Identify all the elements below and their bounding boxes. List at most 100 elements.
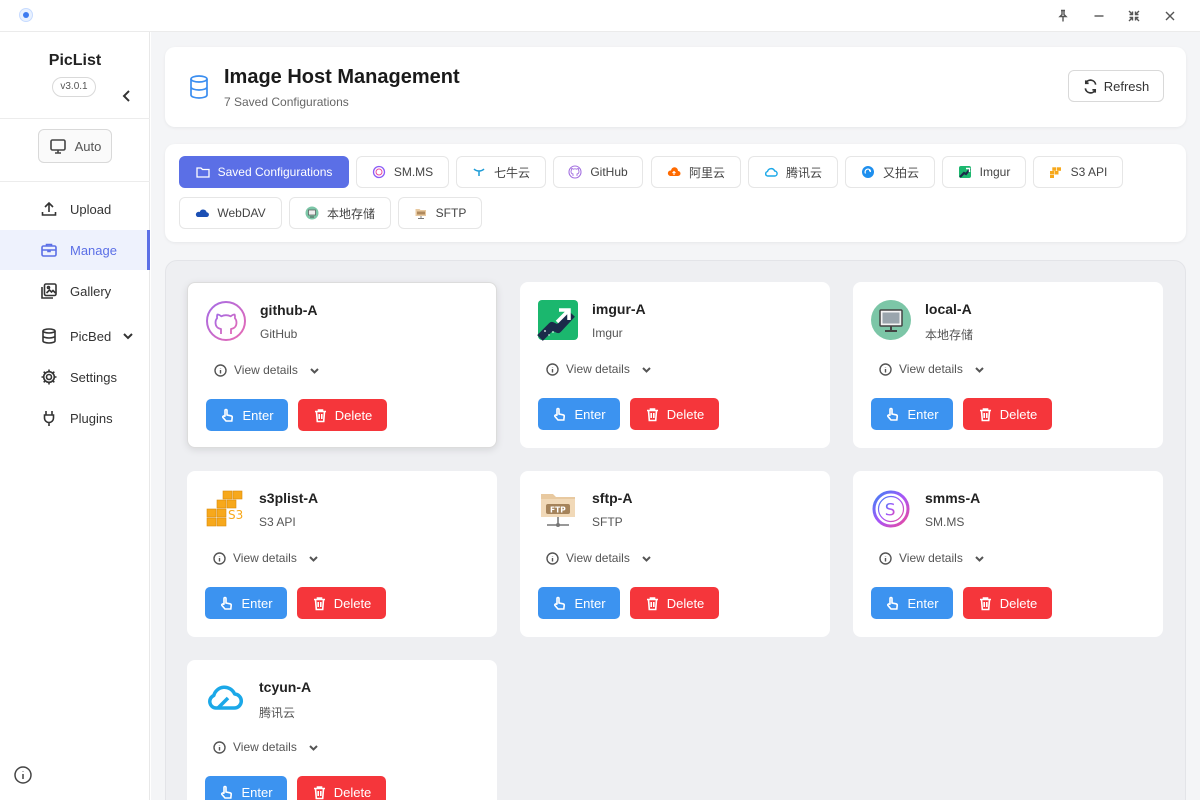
info-icon <box>214 363 227 377</box>
tab-webdav[interactable]: WebDAV <box>179 197 282 229</box>
enter-label: Enter <box>241 784 273 800</box>
delete-label: Delete <box>666 595 705 611</box>
qiniu-icon <box>473 168 485 176</box>
tab-aliyun[interactable]: 阿里云 <box>651 156 741 188</box>
sidebar-item-label: Settings <box>70 369 117 385</box>
trash-icon <box>979 596 991 610</box>
enter-label: Enter <box>907 595 939 611</box>
delete-button[interactable]: Delete <box>630 587 719 619</box>
enter-button[interactable]: Enter <box>871 398 953 430</box>
tab-s3-api[interactable]: S3 API <box>1033 156 1123 188</box>
sftp-icon <box>415 209 426 219</box>
tab-sftp[interactable]: SFTP <box>398 197 482 229</box>
config-type: SFTP <box>592 515 623 529</box>
tcyun-icon <box>765 167 778 177</box>
plug-icon <box>43 411 55 426</box>
info-icon <box>546 551 559 565</box>
config-type: 本地存储 <box>925 328 974 342</box>
theme-toggle-button[interactable]: Auto <box>38 129 112 163</box>
enter-button[interactable]: Enter <box>538 587 620 619</box>
tab-github[interactable]: GitHub <box>553 156 643 188</box>
sidebar-item-upload[interactable]: Upload <box>0 189 150 229</box>
enter-button[interactable]: Enter <box>206 399 288 431</box>
config-type: 腾讯云 <box>259 706 296 720</box>
config-name: sftp-A <box>592 490 633 506</box>
enter-label: Enter <box>242 407 274 423</box>
smms-logo-icon: S <box>870 488 912 530</box>
config-name: smms-A <box>925 490 981 506</box>
view-details-toggle[interactable]: View details <box>879 362 985 376</box>
card-smms-a: Ssmms-A SM.MS View details Enter Delete <box>853 471 1163 637</box>
view-details-toggle[interactable]: View details <box>546 362 652 376</box>
tab-imgur[interactable]: Imgur <box>942 156 1026 188</box>
restore-icon[interactable] <box>1122 4 1146 28</box>
view-details-toggle[interactable]: View details <box>213 740 319 754</box>
tab-label: 七牛云 <box>493 165 530 180</box>
delete-button[interactable]: Delete <box>298 399 387 431</box>
sidebar-item-label: Manage <box>70 242 117 258</box>
info-icon[interactable] <box>13 765 33 785</box>
tab-upyun[interactable]: 又拍云 <box>845 156 935 188</box>
monitor-icon <box>49 139 66 154</box>
main-content: Image Host Management 7 Saved Configurat… <box>151 32 1200 800</box>
tab-label: S3 API <box>1070 165 1108 179</box>
chevron-down-icon <box>975 555 984 562</box>
database-icon <box>42 328 56 344</box>
local-icon <box>305 206 319 220</box>
enter-button[interactable]: Enter <box>871 587 953 619</box>
gallery-icon <box>41 283 57 299</box>
delete-button[interactable]: Delete <box>630 398 719 430</box>
enter-label: Enter <box>241 595 273 611</box>
view-details-toggle[interactable]: View details <box>879 551 985 565</box>
config-name: local-A <box>925 301 972 317</box>
config-name: s3plist-A <box>259 490 319 506</box>
sidebar-item-picbed[interactable]: PicBed <box>0 316 150 356</box>
view-details-toggle[interactable]: View details <box>214 363 320 377</box>
pin-icon[interactable] <box>1051 4 1075 28</box>
version-badge: v3.0.1 <box>52 77 96 97</box>
tab-smms[interactable]: SM.MS <box>356 156 449 188</box>
tab-tcyun[interactable]: 腾讯云 <box>748 156 838 188</box>
config-count: 7 Saved Configurations <box>224 95 349 109</box>
pointer-hand-icon <box>554 407 566 421</box>
s3-icon <box>1049 167 1061 178</box>
app-logo-icon <box>19 8 33 22</box>
sidebar-item-plugins[interactable]: Plugins <box>0 398 150 438</box>
info-icon <box>213 740 226 754</box>
enter-button[interactable]: Enter <box>538 398 620 430</box>
title-bar <box>0 0 1200 32</box>
enter-button[interactable]: Enter <box>205 587 287 619</box>
tab-qiniu[interactable]: 七牛云 <box>456 156 546 188</box>
pointer-hand-icon <box>221 596 233 610</box>
delete-button[interactable]: Delete <box>963 587 1052 619</box>
refresh-button[interactable]: Refresh <box>1068 70 1164 102</box>
collapse-sidebar-icon[interactable] <box>118 87 136 105</box>
delete-button[interactable]: Delete <box>297 776 386 800</box>
database-icon <box>187 74 211 100</box>
delete-label: Delete <box>666 406 705 422</box>
sftp-logo-icon: FTP <box>537 488 579 530</box>
delete-label: Delete <box>999 406 1038 422</box>
view-details-toggle[interactable]: View details <box>546 551 652 565</box>
page-title: Image Host Management <box>224 66 460 88</box>
chevron-down-icon <box>309 555 318 562</box>
card-imgur-a: imgur-A Imgur View details Enter Delete <box>520 282 830 448</box>
tab-label: Imgur <box>979 165 1011 179</box>
sidebar-item-gallery[interactable]: Gallery <box>0 271 150 311</box>
minimize-icon[interactable] <box>1087 4 1111 28</box>
close-icon[interactable] <box>1158 4 1182 28</box>
delete-button[interactable]: Delete <box>297 587 386 619</box>
pointer-hand-icon <box>222 408 234 422</box>
sidebar-item-manage[interactable]: Manage <box>0 230 150 270</box>
github-logo-icon <box>205 300 247 342</box>
sidebar-item-label: Upload <box>70 201 112 217</box>
delete-button[interactable]: Delete <box>963 398 1052 430</box>
tab-saved-configurations[interactable]: Saved Configurations <box>179 156 349 188</box>
view-details-toggle[interactable]: View details <box>213 551 319 565</box>
tcyun-logo-icon <box>204 677 246 719</box>
tab-local-storage[interactable]: 本地存储 <box>289 197 391 229</box>
config-type: Imgur <box>592 326 623 340</box>
sidebar-item-settings[interactable]: Settings <box>0 357 150 397</box>
enter-button[interactable]: Enter <box>205 776 287 800</box>
card-local-a: local-A 本地存储 View details Enter Delete <box>853 282 1163 448</box>
